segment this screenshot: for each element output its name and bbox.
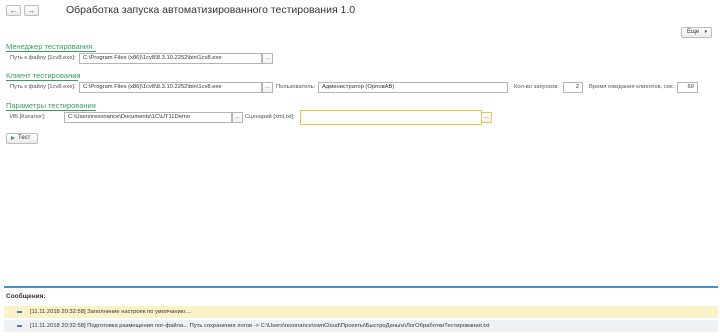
page-title: Обработка запуска автоматизированного те…: [66, 4, 356, 16]
message-marker-icon: [17, 325, 22, 327]
messages-title: Сообщения:: [6, 293, 46, 300]
client-path-select-button[interactable]: ...: [262, 82, 273, 93]
window-header: ← → Обработка запуска автоматизированног…: [0, 0, 720, 22]
more-button-label: Еще: [687, 29, 700, 35]
messages-divider: [4, 286, 718, 288]
chevron-down-icon: ▾: [704, 29, 707, 35]
manager-path-input[interactable]: C:\Program Files (x86)\1cv8\8.3.10.2252\…: [79, 53, 262, 64]
params-group-divider: [6, 110, 96, 111]
play-icon: [11, 136, 15, 140]
runs-input[interactable]: 2: [563, 82, 583, 93]
message-marker-icon: [17, 311, 22, 313]
message-text: [11.11.2018 20:32:58] Подготовка размеще…: [30, 323, 490, 329]
manager-group-title: Менеджер тестирования: [6, 42, 93, 51]
wait-input[interactable]: 60: [677, 82, 698, 93]
client-group-divider: [6, 80, 78, 81]
ib-label: ИБ [Каталог]:: [10, 114, 46, 120]
manager-path-label: Путь к файлу [1cv8.exe]:: [10, 55, 76, 61]
client-path-input[interactable]: C:\Program Files (x86)\1cv8\8.3.10.2252\…: [79, 82, 262, 93]
params-group-title: Параметры тестирования: [6, 101, 96, 110]
user-label: Пользователь:: [276, 84, 316, 90]
client-path-label: Путь к файлу [1cv8.exe]:: [10, 84, 76, 90]
user-input[interactable]: Администратор (ОрловАВ): [318, 82, 508, 93]
manager-path-select-button[interactable]: ...: [262, 53, 273, 64]
scenario-label: Сценарий [xml,txt]:: [245, 114, 295, 120]
message-item[interactable]: [11.11.2018 20:32:58] Подготовка размеще…: [4, 320, 718, 332]
test-button[interactable]: Тест: [6, 133, 38, 144]
runs-label: Кол-во запусков:: [514, 84, 559, 90]
ib-input[interactable]: C:\Users\resonance\Documents\1C\UT11Demo: [64, 112, 232, 123]
forward-arrow-icon[interactable]: →: [24, 5, 39, 16]
back-arrow-icon[interactable]: ←: [6, 5, 21, 16]
client-group-title: Клиент тестирования: [6, 71, 81, 80]
manager-group-divider: [6, 51, 96, 52]
wait-label: Время ожидания клиентов, сек.:: [589, 84, 676, 90]
message-item[interactable]: [11.11.2018 20:32:58] Заполнение настрое…: [4, 306, 718, 318]
scenario-select-button[interactable]: ...: [481, 112, 492, 123]
more-button[interactable]: Еще ▾: [681, 27, 712, 38]
scenario-input[interactable]: [300, 110, 482, 125]
message-text: [11.11.2018 20:32:58] Заполнение настрое…: [30, 309, 192, 315]
ib-select-button[interactable]: ...: [232, 112, 243, 123]
test-button-label: Тест: [18, 135, 31, 141]
